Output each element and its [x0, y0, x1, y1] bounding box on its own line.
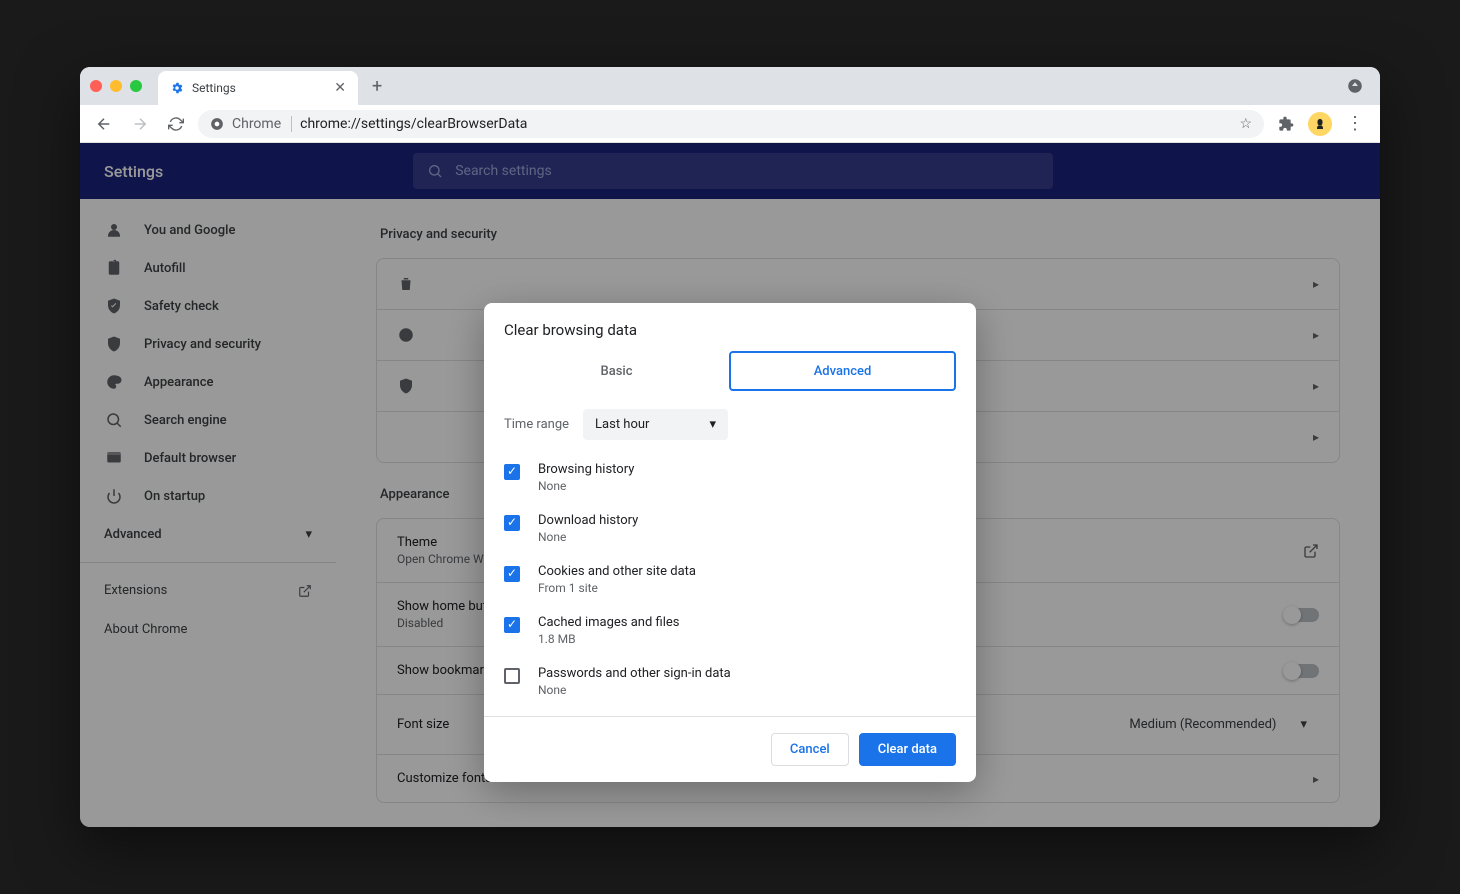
checkbox-label: Cached images and files — [538, 615, 679, 630]
checkbox-sublabel: None — [538, 530, 638, 544]
check-row: Browsing history None — [504, 452, 956, 503]
bookmark-star-icon[interactable]: ☆ — [1239, 116, 1252, 132]
extensions-icon[interactable] — [1278, 116, 1294, 132]
url-text: chrome://settings/clearBrowserData — [300, 116, 527, 132]
tab-basic[interactable]: Basic — [504, 351, 729, 391]
checkbox-sublabel: From 1 site — [538, 581, 696, 595]
maximize-window-button[interactable] — [130, 80, 142, 92]
tab-title: Settings — [192, 81, 236, 95]
checkbox[interactable] — [504, 617, 520, 633]
reload-button[interactable] — [162, 110, 190, 138]
minimize-window-button[interactable] — [110, 80, 122, 92]
clear-browsing-data-dialog: Clear browsing data Basic Advanced Time … — [484, 303, 976, 782]
incognito-icon[interactable] — [1346, 77, 1364, 95]
checkbox[interactable] — [504, 566, 520, 582]
forward-button[interactable] — [126, 110, 154, 138]
checkbox-sublabel: None — [538, 479, 634, 493]
checkbox[interactable] — [504, 464, 520, 480]
check-row: Passwords and other sign-in data None — [504, 656, 956, 707]
cancel-button[interactable]: Cancel — [771, 733, 849, 766]
checkbox-label: Browsing history — [538, 462, 634, 477]
window-titlebar: Settings ✕ + — [80, 67, 1380, 105]
checkbox-label: Passwords and other sign-in data — [538, 666, 731, 681]
url-prefix: Chrome — [232, 116, 292, 132]
browser-window: Settings ✕ + Chrome chrome://settings/cl… — [80, 67, 1380, 827]
omnibox[interactable]: Chrome chrome://settings/clearBrowserDat… — [198, 110, 1264, 138]
checkbox[interactable] — [504, 668, 520, 684]
settings-app: Settings Search settings You and Google … — [80, 143, 1380, 827]
new-tab-button[interactable]: + — [372, 76, 382, 97]
checkbox[interactable] — [504, 515, 520, 531]
gear-icon — [170, 81, 184, 95]
checkbox-label: Download history — [538, 513, 638, 528]
chrome-logo-icon — [210, 117, 224, 131]
close-tab-button[interactable]: ✕ — [334, 80, 346, 96]
modal-overlay[interactable]: Clear browsing data Basic Advanced Time … — [80, 143, 1380, 827]
dialog-tabs: Basic Advanced — [484, 351, 976, 391]
time-range-row: Time range Last hour ▾ — [484, 391, 976, 448]
dialog-footer: Cancel Clear data — [484, 716, 976, 782]
tab-advanced[interactable]: Advanced — [729, 351, 956, 391]
profile-avatar[interactable] — [1308, 112, 1332, 136]
check-row: Cookies and other site data From 1 site — [504, 554, 956, 605]
dialog-title: Clear browsing data — [484, 303, 976, 351]
time-range-select[interactable]: Last hour ▾ — [583, 409, 728, 440]
time-range-value: Last hour — [595, 417, 649, 432]
time-range-label: Time range — [504, 417, 569, 432]
chevron-down-icon: ▾ — [709, 417, 716, 432]
browser-tab[interactable]: Settings ✕ — [158, 71, 358, 105]
dialog-body: Browsing history None Download history None… — [484, 448, 976, 708]
browser-menu-button[interactable]: ⋮ — [1346, 113, 1364, 134]
check-row: Cached images and files 1.8 MB — [504, 605, 956, 656]
address-bar: Chrome chrome://settings/clearBrowserDat… — [80, 105, 1380, 143]
check-row: Download history None — [504, 503, 956, 554]
checkbox-label: Cookies and other site data — [538, 564, 696, 579]
checkbox-sublabel: None — [538, 683, 731, 697]
check-row: Autofill form data — [504, 707, 956, 708]
back-button[interactable] — [90, 110, 118, 138]
close-window-button[interactable] — [90, 80, 102, 92]
clear-data-button[interactable]: Clear data — [859, 733, 956, 766]
traffic-lights — [90, 80, 142, 92]
checkbox-sublabel: 1.8 MB — [538, 632, 679, 646]
